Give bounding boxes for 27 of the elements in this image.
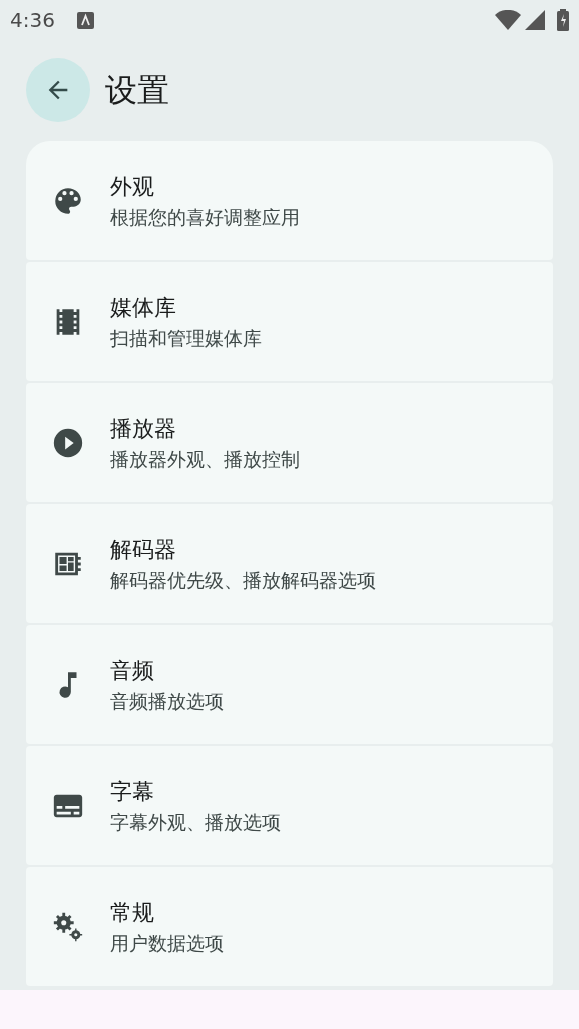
settings-item[interactable]: 音频 音频播放选项: [26, 625, 553, 744]
item-subtitle: 根据您的喜好调整应用: [110, 204, 300, 230]
item-subtitle: 扫描和管理媒体库: [110, 325, 262, 351]
item-subtitle: 音频播放选项: [110, 688, 224, 714]
item-title: 常规: [110, 898, 155, 927]
item-subtitle: 解码器优先级、播放解码器选项: [110, 567, 376, 593]
battery-icon: [557, 9, 569, 31]
item-subtitle: 播放器外观、播放控制: [110, 446, 300, 472]
wifi-icon: [495, 10, 521, 30]
settings-item[interactable]: 解码器 解码器优先级、播放解码器选项: [26, 504, 553, 623]
item-subtitle: 字幕外观、播放选项: [110, 809, 281, 835]
settings-item[interactable]: 字幕 字幕外观、播放选项: [26, 746, 553, 865]
signal-icon: [525, 10, 545, 30]
settings-item[interactable]: 媒体库 扫描和管理媒体库: [26, 262, 553, 381]
settings-item[interactable]: 常规 用户数据选项: [26, 867, 553, 986]
item-subtitle: 用户数据选项: [110, 930, 224, 956]
page-title: 设置: [105, 70, 169, 111]
item-title: 解码器: [110, 535, 177, 564]
status-time: 4:36: [10, 7, 55, 34]
item-title: 媒体库: [110, 293, 177, 322]
item-title: 音频: [110, 656, 155, 685]
item-title: 外观: [110, 172, 155, 201]
settings-item[interactable]: 播放器 播放器外观、播放控制: [26, 383, 553, 502]
settings-item[interactable]: 外观 根据您的喜好调整应用: [26, 141, 553, 260]
item-title: 字幕: [110, 777, 155, 806]
notification-icon: [76, 11, 94, 29]
item-title: 播放器: [110, 414, 177, 443]
